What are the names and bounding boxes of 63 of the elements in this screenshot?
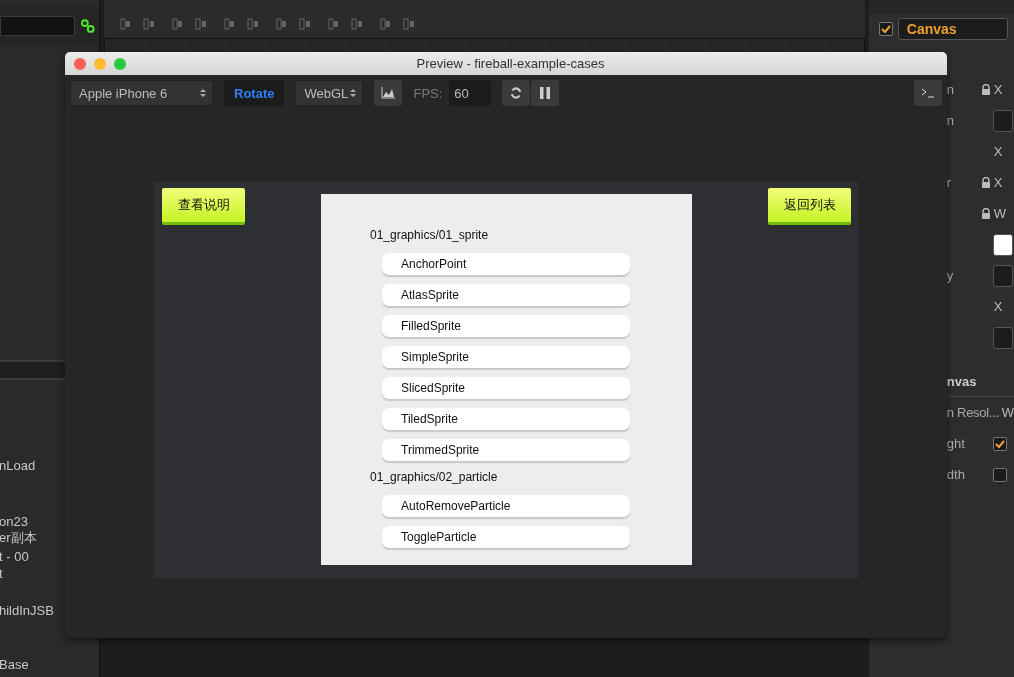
list-item[interactable]: FilledSprite: [382, 315, 630, 337]
window-title: Preview - fireball-example-cases: [415, 56, 606, 71]
property-label: n: [946, 113, 955, 128]
chart-icon: [381, 87, 396, 99]
back-button[interactable]: 返回列表: [768, 188, 851, 225]
refresh-button[interactable]: [502, 80, 531, 106]
renderer-select[interactable]: WebGL: [295, 80, 364, 106]
property-label: dth: [946, 467, 965, 482]
terminal-button[interactable]: [914, 80, 942, 106]
link-icon[interactable]: [81, 19, 95, 33]
tree-item[interactable]: t: [0, 566, 3, 582]
axis-label: X: [993, 299, 1003, 314]
tree-item[interactable]: hildInJSB: [0, 603, 54, 619]
rotate-button[interactable]: Rotate: [224, 80, 285, 106]
pause-icon: [540, 87, 551, 99]
checkbox[interactable]: [992, 467, 1007, 482]
list-item[interactable]: ToggleParticle: [382, 526, 630, 548]
list-item[interactable]: AnchorPoint: [382, 253, 630, 275]
group-heading: 01_graphics/02_particle: [370, 470, 499, 486]
tree-item[interactable]: Base: [0, 657, 29, 673]
list-item[interactable]: SlicedSprite: [382, 377, 630, 399]
tree-item[interactable]: nLoad: [0, 458, 36, 474]
fps-field[interactable]: 60: [449, 80, 492, 106]
device-select[interactable]: Apple iPhone 6: [70, 80, 213, 106]
terminal-icon: [921, 88, 935, 98]
value-field[interactable]: [992, 109, 1013, 132]
list-item[interactable]: AutoRemoveParticle: [382, 495, 630, 517]
tree-item[interactable]: er副本: [0, 530, 37, 546]
help-button[interactable]: 查看说明: [162, 188, 245, 225]
pause-button[interactable]: [531, 80, 560, 106]
zoom-icon[interactable]: [114, 57, 126, 70]
property-label: n: [946, 82, 955, 97]
list-item[interactable]: TrimmedSprite: [382, 439, 630, 461]
close-icon[interactable]: [74, 57, 86, 70]
list-item[interactable]: SimpleSprite: [382, 346, 630, 368]
tree-item[interactable]: on23: [0, 514, 28, 530]
axis-label: X: [993, 82, 1003, 97]
section-title: nvas: [946, 374, 977, 389]
property-label: y: [946, 268, 954, 283]
axis-label: X: [993, 144, 1003, 159]
checkbox[interactable]: [992, 436, 1007, 451]
property-label: n Resol...: [946, 405, 999, 420]
minimize-icon[interactable]: [94, 57, 106, 70]
value-field[interactable]: [992, 233, 1013, 256]
component-name: Canvas: [897, 18, 1008, 40]
list-item[interactable]: AtlasSprite: [382, 284, 630, 306]
refresh-icon: [510, 87, 523, 99]
updown-icon: [200, 88, 206, 98]
value-field[interactable]: [992, 326, 1013, 349]
group-heading: 01_graphics/01_sprite: [370, 228, 490, 244]
updown-icon: [350, 88, 357, 98]
axis-label: X: [993, 175, 1003, 190]
search-field[interactable]: [0, 16, 76, 36]
property-label: r: [946, 175, 952, 190]
axis-label: W: [1001, 405, 1014, 420]
value-field[interactable]: [992, 264, 1013, 287]
property-label: ght: [946, 436, 965, 451]
checkbox[interactable]: [878, 22, 893, 36]
fps-label: FPS:: [413, 85, 443, 101]
chart-button[interactable]: [374, 80, 403, 106]
tree-item[interactable]: t - 00: [0, 549, 29, 565]
axis-label: W: [993, 206, 1007, 221]
list-item[interactable]: TiledSprite: [382, 408, 630, 430]
